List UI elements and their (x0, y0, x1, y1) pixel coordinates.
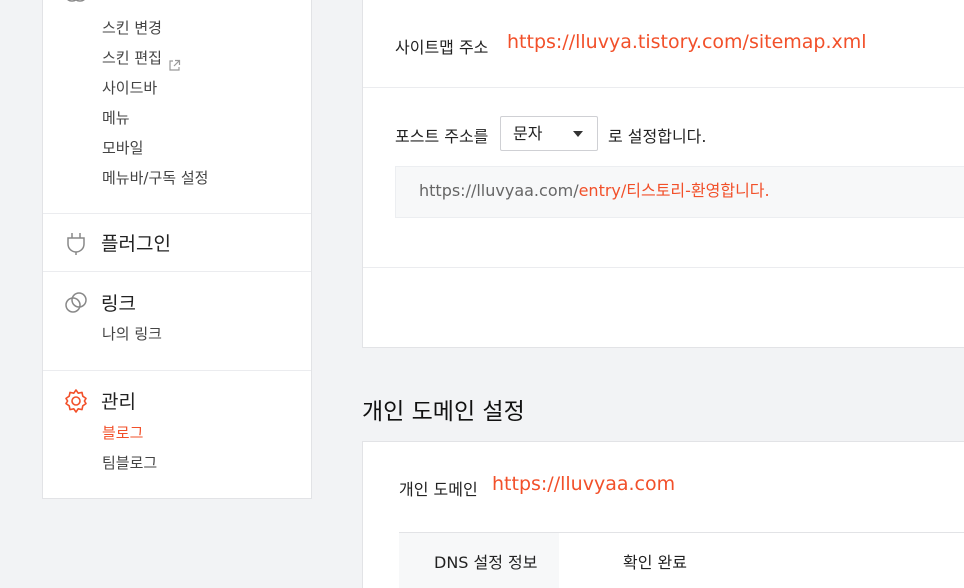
sidebar-item-my-links[interactable]: 나의 링크 (102, 319, 162, 349)
sidebar-item-blog[interactable]: 블로그 (102, 418, 143, 448)
sidebar-item-mobile[interactable]: 모바일 (102, 133, 143, 163)
divider (363, 267, 964, 268)
sidebar-group-link: 링크 나의 링크 (43, 272, 311, 371)
gear-icon (63, 388, 89, 414)
sidebar-group-plugin: 플러그인 (43, 214, 311, 272)
custom-domain-url-link[interactable]: https://lluvyaa.com (492, 473, 675, 495)
sidebar-item-manage[interactable]: 관리 (63, 387, 136, 414)
sidebar-item-menubar-subscribe[interactable]: 메뉴바/구독 설정 (102, 163, 208, 193)
sidebar-item-skin-edit[interactable]: 스킨 편집 (102, 43, 181, 73)
sidebar-group-skin-head[interactable] (63, 0, 89, 9)
custom-domain-label: 개인 도메인 (399, 480, 478, 499)
post-address-suffix: 로 설정합니다. (608, 127, 707, 146)
post-address-select[interactable]: 문자 (500, 116, 598, 151)
post-address-prefix: 포스트 주소를 (395, 127, 489, 146)
sitemap-url-link[interactable]: https://lluvya.tistory.com/sitemap.xml (507, 31, 867, 53)
external-link-icon (168, 52, 181, 71)
sidebar-item-sidebar[interactable]: 사이드바 (102, 73, 157, 103)
sidebar-item-plugin[interactable]: 플러그인 (63, 229, 171, 256)
custom-domain-section-title: 개인 도메인 설정 (362, 399, 525, 425)
dns-info-table: DNS 설정 정보 확인 완료 (399, 532, 964, 588)
sidebar-item-skin-change[interactable]: 스킨 변경 (102, 13, 162, 43)
sitemap-label: 사이트맵 주소 (395, 38, 489, 57)
sidebar-group-manage: 관리 블로그 팀블로그 (43, 371, 311, 500)
sidebar: 스킨 변경 스킨 편집 사이드바 메뉴 모바일 메뉴바/구독 설정 플러그인 링… (42, 0, 312, 499)
dns-info-header: DNS 설정 정보 (399, 533, 559, 588)
sidebar-item-team-blog[interactable]: 팀블로그 (102, 448, 157, 478)
skin-icon (63, 0, 89, 9)
sidebar-group-skin: 스킨 변경 스킨 편집 사이드바 메뉴 모바일 메뉴바/구독 설정 (43, 0, 311, 214)
sidebar-item-menu[interactable]: 메뉴 (102, 103, 130, 133)
link-icon (63, 290, 89, 316)
plug-icon (63, 230, 89, 256)
divider (363, 87, 964, 88)
dns-status: 확인 완료 (623, 553, 687, 572)
post-address-preview: https://lluvyaa.com/entry/티스토리-환영합니다. (395, 166, 964, 218)
chevron-down-icon (573, 131, 583, 137)
sidebar-item-link[interactable]: 링크 (63, 289, 136, 316)
